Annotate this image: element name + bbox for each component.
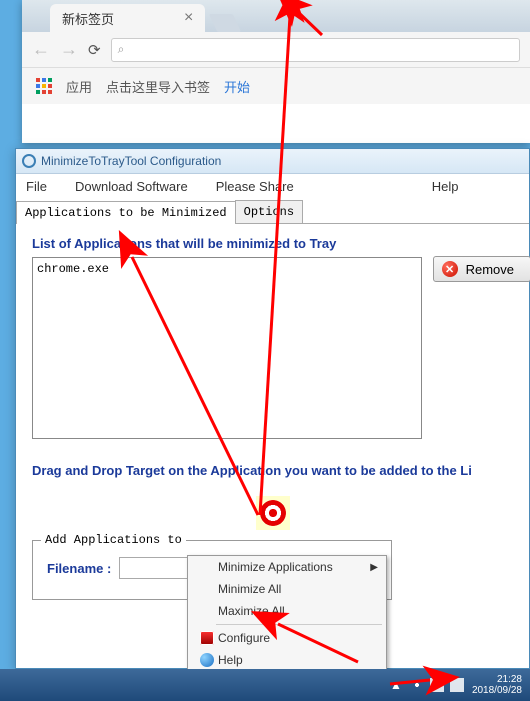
tab-options[interactable]: Options bbox=[235, 200, 303, 223]
chevron-right-icon: ▶ bbox=[370, 562, 378, 573]
reload-icon[interactable]: ⟳ bbox=[88, 41, 101, 59]
close-tab-icon[interactable]: × bbox=[184, 9, 193, 27]
chrome-tab[interactable]: 新标签页 × bbox=[50, 4, 205, 32]
start-link[interactable]: 开始 bbox=[224, 77, 250, 96]
chrome-browser-window: 新标签页 × ← → ⟳ ⌕ 应用 点击这里导入书签 开始 bbox=[22, 0, 530, 143]
clock-time: 21:28 bbox=[472, 674, 522, 685]
menu-help[interactable]: Help bbox=[188, 649, 386, 671]
menu-minimize-applications[interactable]: Minimize Applications ▶ bbox=[188, 556, 386, 578]
menu-file[interactable]: File bbox=[26, 179, 47, 194]
import-bookmarks-label: 点击这里导入书签 bbox=[106, 77, 210, 96]
list-item[interactable]: chrome.exe bbox=[37, 262, 417, 276]
apps-grid-icon[interactable] bbox=[36, 78, 52, 94]
sound-icon[interactable] bbox=[410, 678, 424, 692]
address-bar[interactable]: ⌕ bbox=[111, 38, 520, 62]
remove-icon: ✕ bbox=[442, 261, 458, 277]
tray-up-icon[interactable]: ▲ bbox=[390, 678, 404, 692]
remove-label: Remove bbox=[466, 262, 514, 277]
list-heading: List of Applications that will be minimi… bbox=[32, 236, 513, 251]
apps-label[interactable]: 应用 bbox=[66, 77, 92, 96]
back-icon[interactable]: ← bbox=[32, 39, 50, 60]
chrome-bookmarks-bar: 应用 点击这里导入书签 开始 bbox=[22, 68, 530, 104]
search-icon: ⌕ bbox=[118, 42, 125, 57]
config-title: MinimizeToTrayTool Configuration bbox=[41, 154, 221, 168]
menu-configure[interactable]: Configure bbox=[188, 627, 386, 649]
configure-icon bbox=[200, 631, 214, 645]
app-icon bbox=[22, 154, 36, 168]
new-tab-button[interactable] bbox=[209, 14, 241, 32]
chrome-tab-bar: 新标签页 × bbox=[22, 0, 530, 32]
menu-help[interactable]: Help bbox=[432, 179, 459, 194]
drag-target[interactable] bbox=[256, 496, 290, 530]
clock-date: 2018/09/28 bbox=[472, 685, 522, 696]
tab-applications[interactable]: Applications to be Minimized bbox=[16, 201, 236, 224]
flag-icon[interactable] bbox=[430, 678, 444, 692]
bullseye-icon bbox=[260, 500, 286, 526]
group-title: Add Applications to bbox=[41, 533, 186, 547]
remove-button[interactable]: ✕ Remove bbox=[433, 256, 530, 282]
system-tray[interactable]: ▲ bbox=[390, 678, 464, 692]
menu-download[interactable]: Download Software bbox=[75, 179, 188, 194]
config-tabstrip: Applications to be Minimized Options bbox=[16, 200, 529, 224]
taskbar-clock[interactable]: 21:28 2018/09/28 bbox=[472, 674, 522, 696]
menu-separator bbox=[216, 624, 382, 625]
network-icon[interactable] bbox=[450, 678, 464, 692]
config-menubar: File Download Software Please Share Help bbox=[16, 174, 529, 198]
tab-title: 新标签页 bbox=[62, 9, 114, 28]
config-titlebar[interactable]: MinimizeToTrayTool Configuration bbox=[16, 149, 529, 174]
help-icon bbox=[200, 653, 214, 667]
menu-share[interactable]: Please Share bbox=[216, 179, 294, 194]
drag-heading: Drag and Drop Target on the Application … bbox=[32, 463, 513, 478]
chrome-toolbar: ← → ⟳ ⌕ bbox=[22, 32, 530, 68]
menu-minimize-all[interactable]: Minimize All bbox=[188, 578, 386, 600]
forward-icon[interactable]: → bbox=[60, 39, 78, 60]
windows-taskbar: ▲ 21:28 2018/09/28 bbox=[0, 669, 530, 701]
menu-maximize-all[interactable]: Maximize All bbox=[188, 600, 386, 622]
filename-label: Filename : bbox=[47, 561, 111, 576]
app-listbox[interactable]: chrome.exe bbox=[32, 257, 422, 439]
